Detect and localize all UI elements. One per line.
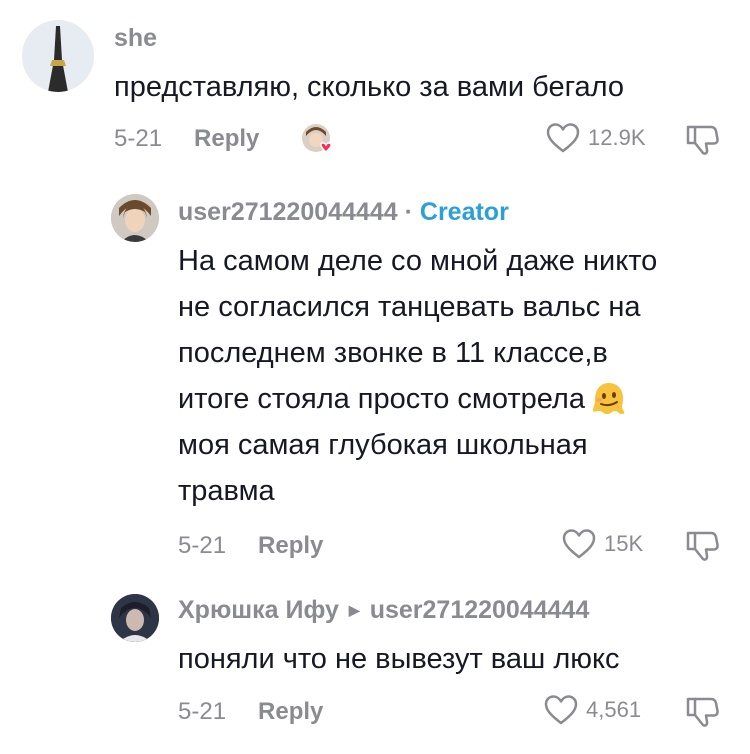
dislike-button[interactable] [684,528,720,567]
heart-icon [546,123,580,153]
comment-text: На самом деле со мной даже никто не согл… [178,238,738,514]
comment-date: 5-21 [178,698,227,725]
comment-username[interactable]: she [114,24,157,53]
creator-liked-badge [300,122,336,158]
creator-badge: Creator [419,198,509,226]
reply-to-username[interactable]: user271220044444 [370,596,590,624]
reply-button[interactable]: Reply [258,532,323,559]
comment-username[interactable]: user271220044444 [178,198,398,226]
melting-face-icon [592,383,625,414]
comment-text-line: итоге стояла просто смотрела [178,383,585,415]
reply-button[interactable]: Reply [194,125,259,152]
comment-text-line: последнем звонке в 11 классе,в [178,337,608,369]
comment-text: поняли что не вывезут ваш люкс [178,643,620,675]
comment-text: представляю, сколько за вами бегало [114,71,625,103]
comment-meta: 5-21 Reply [178,532,323,560]
comment-meta: 5-21 Reply [178,698,323,726]
reply-arrow-icon: ▶ [348,602,360,618]
comment-text-line-with-emoji: итоге стояла просто смотрела [178,376,738,422]
heart-icon [562,529,596,559]
separator-dot: · [404,198,413,226]
like-button[interactable]: 12.9K [546,122,646,154]
dislike-button[interactable] [684,122,720,161]
like-button[interactable]: 15K [562,528,643,560]
thumbs-down-icon [686,697,719,727]
comment-text-line: моя самая глубокая школьная [178,429,588,461]
comment-text-line: На самом деле со мной даже никто [178,245,658,277]
like-count: 4,561 [586,697,642,722]
comment-meta: 5-21 Reply [114,125,259,153]
like-count: 12.9K [588,125,646,150]
comment-date: 5-21 [178,532,227,559]
comment-text-line: травма [178,475,275,507]
heart-icon [544,695,578,725]
like-count: 15K [604,531,644,556]
avatar[interactable] [111,594,159,642]
avatar[interactable] [111,194,159,242]
dislike-button[interactable] [684,694,720,733]
like-button[interactable]: 4,561 [544,694,641,726]
thumbs-down-icon [686,125,719,155]
avatar[interactable] [22,20,94,92]
thumbs-down-icon [686,531,719,561]
comment-date: 5-21 [114,125,163,152]
reply-button[interactable]: Reply [258,698,323,725]
comment-username[interactable]: Хрюшка Ифу [178,596,339,624]
comment-text-line: не согласился танцевать вальс на [178,291,641,323]
comment-username-line: user271220044444 · Creator [178,198,509,227]
comment-username-line: Хрюшка Ифу ▶ user271220044444 [178,596,589,625]
